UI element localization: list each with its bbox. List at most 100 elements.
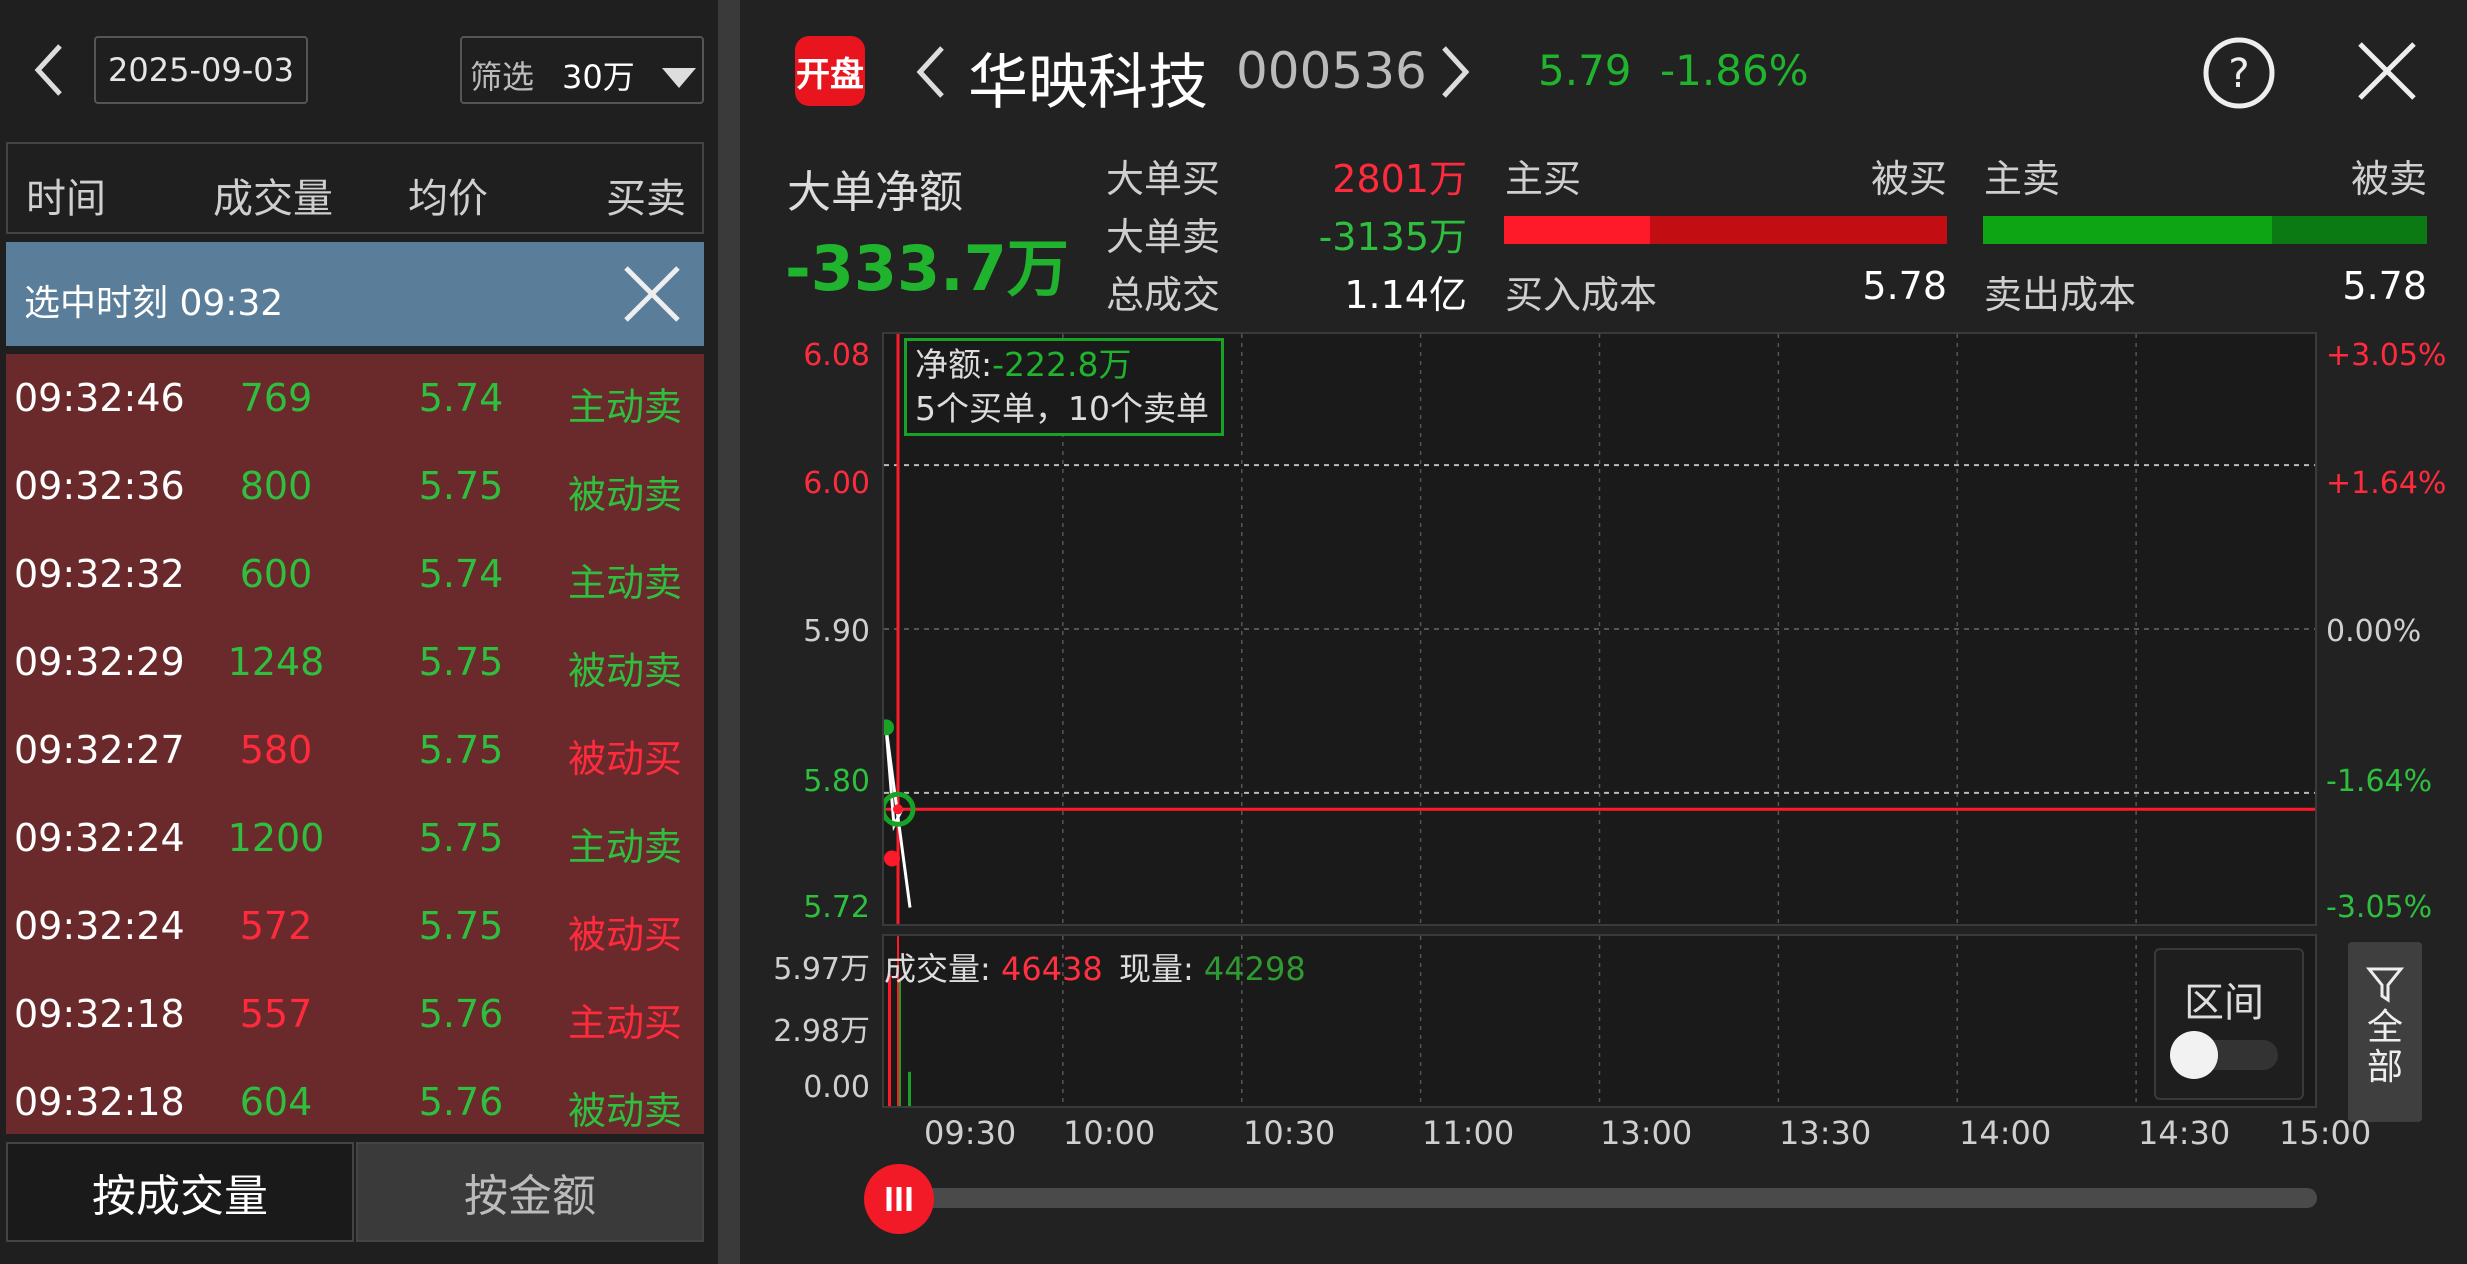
stock-change: -1.86% [1660, 46, 1809, 95]
col-side: 买卖 [606, 176, 686, 222]
trade-volume: 1248 [227, 640, 325, 684]
table-row[interactable]: 09:32:24 1200 5.75 主动卖 [6, 794, 704, 882]
table-row[interactable]: 09:32:18 557 5.76 主动买 [6, 970, 704, 1058]
trade-time: 09:32:36 [14, 464, 185, 508]
by-volume-button[interactable]: 按成交量 [6, 1142, 354, 1242]
net-amount-label: 大单净额 [787, 167, 963, 218]
filter-value: 30万 [562, 58, 635, 96]
sell-ratio-bar [1983, 216, 2427, 244]
vol-axis-tick: 0.00 [803, 1070, 870, 1105]
trade-volume: 557 [239, 992, 313, 1036]
help-icon[interactable]: ? [2202, 36, 2276, 114]
trade-price: 5.74 [418, 376, 504, 420]
trade-point [884, 719, 894, 736]
table-row[interactable]: 09:32:24 572 5.75 被动买 [6, 882, 704, 970]
trade-price: 5.75 [418, 728, 504, 772]
grip-icon [886, 1187, 912, 1211]
trade-price: 5.75 [418, 640, 504, 684]
range-toggle-box[interactable]: 区间 [2154, 948, 2304, 1100]
trade-price: 5.76 [418, 992, 504, 1036]
close-icon[interactable] [2356, 40, 2418, 106]
vol-label: 成交量: [884, 950, 991, 988]
trade-side: 被动卖 [567, 649, 682, 693]
trade-time: 09:32:32 [14, 552, 185, 596]
net-amount-value: -333.7万 [785, 232, 1069, 305]
back-icon[interactable] [30, 40, 70, 100]
trade-price: 5.75 [418, 464, 504, 508]
buy-cost-label: 买入成本 [1505, 273, 1658, 317]
filter-dropdown[interactable]: 筛选 30万 [460, 36, 704, 104]
trade-volume: 1200 [227, 816, 325, 860]
trade-volume: 600 [239, 552, 313, 596]
volume-bar [908, 1071, 911, 1106]
table-row[interactable]: 09:32:29 1248 5.75 被动卖 [6, 618, 704, 706]
trade-volume: 769 [239, 376, 313, 420]
filter-all-button[interactable]: 全部 [2348, 942, 2422, 1122]
selected-point-dot [893, 804, 903, 815]
time-axis-tick: 13:00 [1600, 1114, 1693, 1152]
volume-readout: 成交量: 46438 现量: 44298 [884, 944, 1306, 990]
trade-price: 5.76 [418, 1080, 504, 1124]
next-stock-icon[interactable] [1434, 42, 1474, 106]
trade-list[interactable]: 09:32:46 769 5.74 主动卖 09:32:36 800 5.75 被动卖 09:3… [6, 354, 704, 1134]
time-axis-tick: 14:30 [2138, 1114, 2231, 1152]
table-row[interactable]: 09:32:36 800 5.75 被动卖 [6, 442, 704, 530]
trade-volume: 572 [239, 904, 313, 948]
trade-side: 被动买 [567, 737, 682, 781]
filter-label: 筛选 [470, 58, 535, 96]
prev-stock-icon[interactable] [912, 42, 952, 106]
table-row[interactable]: 09:32:46 769 5.74 主动卖 [6, 354, 704, 442]
filter-all-label: 全部 [2366, 1007, 2403, 1088]
chart-tooltip: 净额:-222.8万 5个买单，10个卖单 [904, 338, 1224, 436]
big-sell-value: -3135万 [1318, 215, 1467, 259]
trade-volume: 580 [239, 728, 313, 772]
trade-price: 5.74 [418, 552, 504, 596]
col-price: 均价 [408, 176, 488, 222]
time-axis-tick: 11:00 [1422, 1114, 1515, 1152]
panel-divider[interactable] [718, 0, 740, 1264]
trade-price: 5.75 [418, 816, 504, 860]
col-time: 时间 [26, 176, 106, 222]
trade-point [884, 850, 900, 867]
passive-sell-label: 被卖 [2350, 157, 2427, 201]
main-buy-label: 主买 [1505, 157, 1582, 201]
vol-axis-tick: 5.97万 [773, 952, 870, 987]
y-axis-left-tick: 5.90 [803, 614, 870, 649]
table-row[interactable]: 09:32:18 604 5.76 被动卖 [6, 1058, 704, 1134]
buy-main-fill [1504, 216, 1651, 244]
vol-value: 46438 [1000, 950, 1103, 988]
time-axis-tick: 10:00 [1063, 1114, 1156, 1152]
date-picker[interactable]: 2025-09-03 [94, 36, 308, 104]
trade-time: 09:32:46 [14, 376, 185, 420]
trade-price: 5.75 [418, 904, 504, 948]
table-row[interactable]: 09:32:27 580 5.75 被动买 [6, 706, 704, 794]
trade-side: 主动卖 [567, 825, 682, 869]
close-icon[interactable] [620, 262, 684, 335]
big-buy-value: 2801万 [1332, 157, 1467, 201]
time-axis-tick: 13:30 [1779, 1114, 1872, 1152]
buy-cost-value: 5.78 [1862, 264, 1947, 308]
tooltip-net-label: 净额: [915, 345, 993, 384]
time-slider-track[interactable] [880, 1188, 2317, 1208]
open-badge-icon: 开盘 [795, 36, 865, 106]
time-slider-handle[interactable] [864, 1164, 934, 1234]
trade-time: 09:32:18 [14, 992, 185, 1036]
trade-side: 主动买 [567, 1001, 682, 1045]
total-value: 1.14亿 [1344, 273, 1467, 317]
trade-side: 主动卖 [567, 561, 682, 605]
now-value: 44298 [1203, 950, 1306, 988]
trade-side: 主动卖 [567, 385, 682, 429]
time-axis-tick: 10:30 [1243, 1114, 1336, 1152]
table-row[interactable]: 09:32:32 600 5.74 主动卖 [6, 530, 704, 618]
tooltip-orders: 5个买单，10个卖单 [915, 389, 1209, 428]
trade-volume: 800 [239, 464, 313, 508]
trade-side: 被动卖 [567, 1089, 682, 1133]
trade-side: 被动买 [567, 913, 682, 957]
filter-icon [2365, 966, 2405, 1008]
y-axis-right-tick: 0.00% [2326, 614, 2422, 649]
stock-name: 华映科技 [968, 48, 1208, 118]
by-amount-button[interactable]: 按金额 [356, 1142, 704, 1242]
y-axis-left-tick: 6.08 [803, 338, 870, 373]
trade-volume: 604 [239, 1080, 313, 1124]
range-switch[interactable] [2170, 1031, 2278, 1079]
